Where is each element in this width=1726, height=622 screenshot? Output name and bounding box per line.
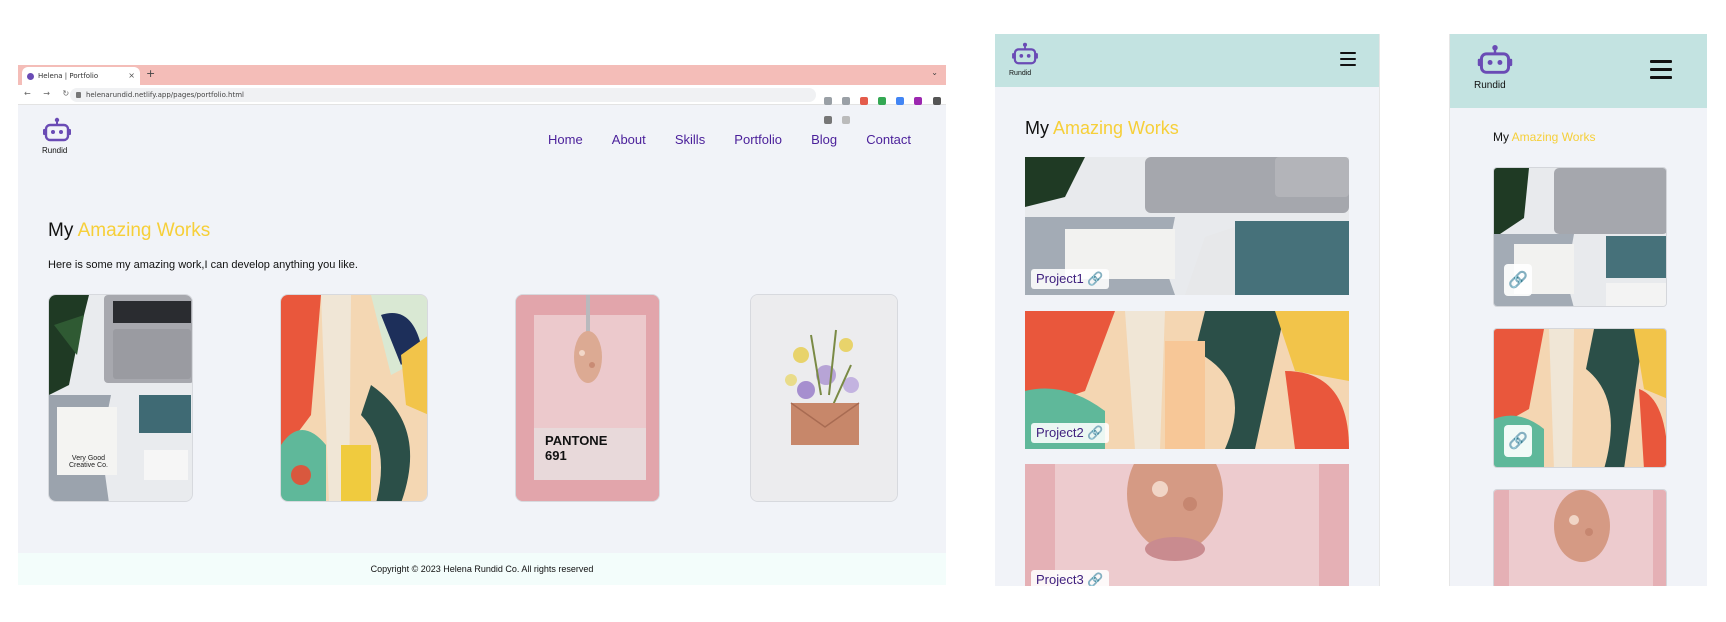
browser-tab-bar: Helena | Portfolio × + ⌄ (18, 65, 946, 85)
tablet-view: Rundid My Amazing Works Project1 🔗 Proje… (995, 34, 1380, 586)
pantone-label: PANTONE 691 (545, 433, 607, 463)
project-title: Project3 (1036, 572, 1084, 586)
project-card-2[interactable]: Project2 🔗 (1025, 311, 1349, 449)
hamburger-menu-icon[interactable] (1650, 60, 1672, 79)
extension-icon[interactable] (860, 97, 869, 105)
pantone-spoon-image (1494, 490, 1666, 586)
browser-extension-icons (824, 90, 946, 124)
abstract-painting-image (281, 295, 427, 501)
laptop-desk-image (49, 295, 192, 501)
card1-caption: Very Good Creative Co. (69, 455, 108, 469)
title-my: My (48, 220, 74, 241)
link-icon[interactable]: 🔗 (1087, 572, 1103, 586)
hamburger-menu-icon[interactable] (1340, 52, 1356, 66)
pantone-number: 691 (545, 448, 567, 463)
title-my: My (1025, 118, 1049, 138)
pantone-spoon-image (1025, 464, 1349, 586)
pantone-spoon-image (516, 295, 659, 501)
nav-home[interactable]: Home (548, 132, 583, 147)
tab-title: Helena | Portfolio (38, 72, 99, 80)
browser-tab[interactable]: Helena | Portfolio × (22, 67, 140, 85)
project-card-3[interactable]: Project3 🔗 (1025, 464, 1349, 586)
link-icon[interactable]: 🔗 (1087, 425, 1103, 440)
extension-icon[interactable] (914, 97, 923, 105)
link-icon[interactable]: 🔗 (1087, 271, 1103, 286)
mobile-view: Rundid My Amazing Works 🔗 🔗 (1449, 34, 1707, 586)
link-button[interactable]: 🔗 (1504, 264, 1532, 296)
profile-icon[interactable] (842, 116, 851, 124)
close-tab-icon[interactable]: × (128, 67, 135, 85)
nav-skills[interactable]: Skills (675, 132, 705, 147)
mobile-page-title: My Amazing Works (1493, 130, 1595, 144)
mobile-header: Rundid (1450, 34, 1707, 108)
footer-copyright: Copyright © 2023 Helena Rundid Co. All r… (370, 564, 594, 574)
puzzle-icon[interactable] (932, 97, 941, 105)
mobile-project-card-1[interactable]: 🔗 (1493, 167, 1667, 307)
project-label: Project3 🔗 (1031, 570, 1109, 586)
url-text: helenarundid.netlify.app/pages/portfolio… (86, 91, 244, 99)
star-icon[interactable] (842, 97, 851, 105)
browser-nav-icons[interactable]: ← → ↻ (24, 89, 74, 98)
tablet-logo[interactable]: Rundid (1009, 42, 1041, 77)
title-accent: Amazing Works (1511, 130, 1596, 144)
brand-name: Rundid (1009, 70, 1032, 77)
home-icon[interactable] (824, 97, 832, 105)
portfolio-card-1[interactable]: Very Good Creative Co. (48, 294, 193, 502)
new-tab-button[interactable]: + (146, 67, 155, 80)
card1-text-2: Creative Co. (69, 462, 108, 469)
nav-portfolio[interactable]: Portfolio (734, 132, 782, 147)
title-my: My (1493, 130, 1509, 144)
mobile-project-card-3[interactable] (1493, 489, 1667, 586)
mobile-project-card-2[interactable]: 🔗 (1493, 328, 1667, 468)
browser-address-bar: ← → ↻ helenarundid.netlify.app/pages/por… (18, 85, 946, 124)
sidepanel-icon[interactable] (824, 116, 832, 124)
project-title: Project1 (1036, 271, 1084, 286)
robot-icon (1477, 44, 1513, 74)
lock-icon (76, 92, 81, 98)
project-card-1[interactable]: Project1 🔗 (1025, 157, 1349, 295)
project-title: Project2 (1036, 425, 1084, 440)
brand-name: Rundid (42, 146, 68, 155)
title-accent: Amazing Works (1053, 118, 1179, 138)
nav-blog[interactable]: Blog (811, 132, 837, 147)
brand-name: Rundid (1474, 80, 1506, 91)
robot-icon (43, 117, 71, 142)
extension-icon[interactable] (878, 97, 887, 105)
tab-menu-chevron-icon[interactable]: ⌄ (931, 68, 938, 77)
page-subtitle: Here is some my amazing work,I can devel… (48, 259, 358, 271)
tablet-header: Rundid (995, 34, 1379, 87)
portfolio-card-4[interactable] (750, 294, 898, 502)
link-icon: 🔗 (1508, 270, 1528, 289)
page-title: My Amazing Works (48, 220, 210, 242)
pantone-text: PANTONE (545, 433, 608, 448)
url-field[interactable]: helenarundid.netlify.app/pages/portfolio… (70, 88, 816, 102)
favicon-icon (27, 73, 34, 80)
flower-envelope-image (751, 295, 897, 501)
link-icon: 🔗 (1508, 431, 1528, 450)
mobile-logo[interactable]: Rundid (1474, 44, 1516, 91)
nav-contact[interactable]: Contact (866, 132, 911, 147)
desktop-browser-view: Helena | Portfolio × + ⌄ ← → ↻ helenarun… (18, 65, 946, 585)
project-label: Project2 🔗 (1031, 423, 1109, 443)
site-logo[interactable]: Rundid (40, 117, 80, 155)
extension-icon[interactable] (896, 97, 905, 105)
footer: Copyright © 2023 Helena Rundid Co. All r… (18, 553, 946, 585)
project-label: Project1 🔗 (1031, 269, 1109, 289)
card1-text-1: Very Good (71, 455, 105, 462)
portfolio-card-3[interactable]: PANTONE 691 (515, 294, 660, 502)
title-accent: Amazing Works (77, 220, 211, 241)
tablet-page-title: My Amazing Works (1025, 118, 1179, 139)
portfolio-card-2[interactable] (280, 294, 428, 502)
link-button[interactable]: 🔗 (1504, 425, 1532, 457)
nav-about[interactable]: About (612, 132, 646, 147)
robot-icon (1012, 42, 1038, 65)
main-nav: Home About Skills Portfolio Blog Contact (548, 129, 935, 148)
